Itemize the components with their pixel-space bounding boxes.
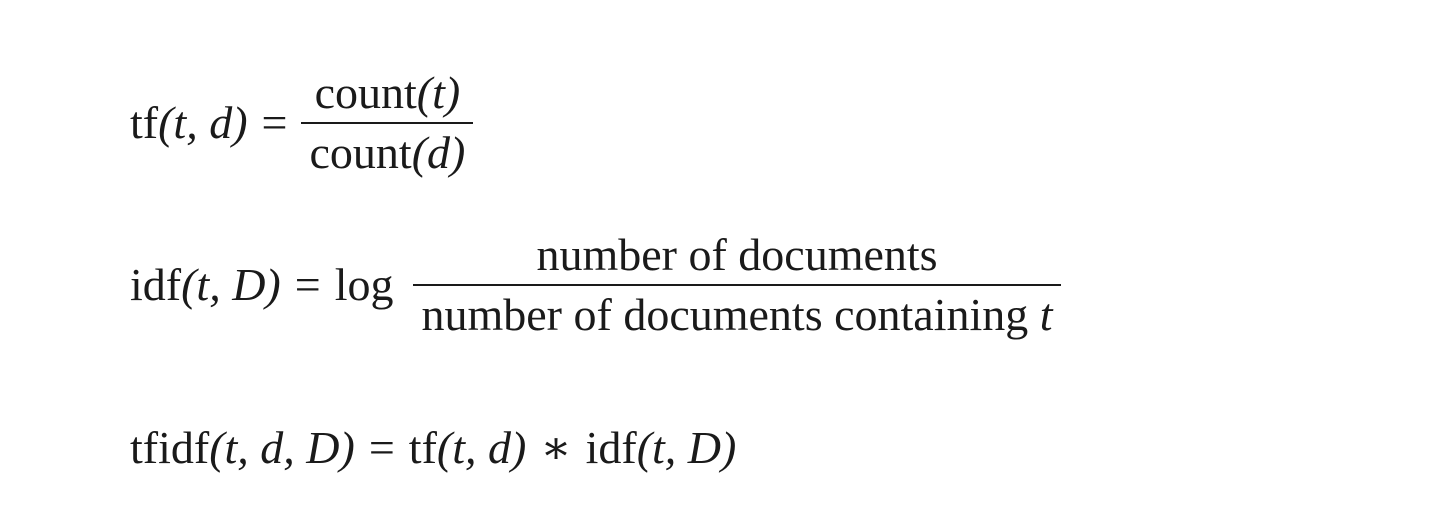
tf-denominator: count(d) — [301, 124, 473, 176]
tfidf-arguments: (t, d, D) — [209, 422, 355, 473]
idf-function-name: idf — [585, 422, 637, 473]
tf-arguments: (t, d) — [158, 97, 248, 148]
idf-numerator: number of documents — [536, 229, 938, 280]
tfidf-function-name: tfidf — [130, 422, 210, 473]
count-function-name: count — [309, 127, 412, 178]
tf-equation: tf (t, d) = count(t) count(d) — [130, 70, 474, 176]
tf-function-name: tf — [130, 97, 159, 148]
tf-fraction: count(t) count(d) — [301, 70, 474, 176]
count-argument: (t) — [416, 67, 461, 118]
idf-fraction: number of documents number of documents … — [413, 229, 1061, 338]
idf-denominator: number of documents containing t — [413, 286, 1060, 338]
count-function-name: count — [314, 67, 417, 118]
tfidf-equation: tfidf (t, d, D) = tf (t, d) ∗ idf (t, D) — [130, 425, 736, 471]
multiply-sign: ∗ — [540, 422, 572, 473]
tf-numerator: count(t) — [307, 70, 469, 122]
term-variable: t — [1039, 289, 1053, 340]
count-argument: (d) — [411, 127, 466, 178]
tf-arguments: (t, d) — [436, 422, 527, 473]
idf-arguments: (t, D) — [181, 259, 281, 310]
equals-sign: = — [294, 259, 321, 310]
idf-arguments: (t, D) — [636, 422, 737, 473]
idf-denominator-text: number of documents containing — [421, 289, 1029, 340]
idf-equation: idf (t, D) = log number of documents num… — [130, 232, 1061, 338]
tf-function-name: tf — [408, 422, 437, 473]
log-operator: log — [334, 259, 394, 310]
idf-function-name: idf — [130, 259, 182, 310]
equals-sign: = — [368, 422, 395, 473]
equals-sign: = — [261, 97, 288, 148]
